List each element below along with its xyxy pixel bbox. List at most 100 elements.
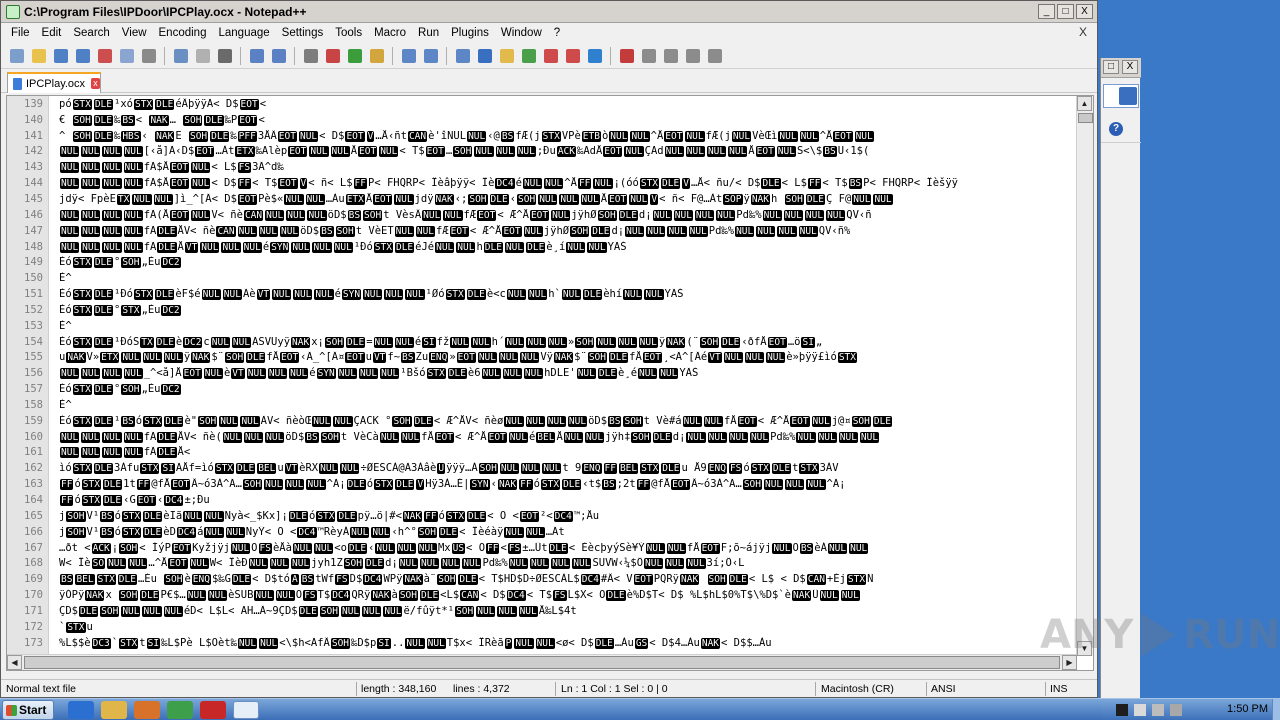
editor-line[interactable]: 169 BS BEL STX DLE …Èu SOH è ENQ $‰G DLE < D$tó A BS… (7, 571, 1077, 587)
menu-run[interactable]: Run (412, 23, 445, 43)
editor-line[interactable]: 171 ÇD$ DLE SOH NUL NUL NUL éD< L$L< AH…Ä~9ÇD$ D… (7, 603, 1077, 619)
search-icon[interactable] (1119, 87, 1137, 105)
paste-icon[interactable] (215, 46, 234, 65)
save-macro-icon[interactable] (705, 46, 724, 65)
zoom-in-icon[interactable] (345, 46, 364, 65)
editor-line[interactable]: 166 j SOH V¹ BS ó STX DLE èD DC4 á NUL NUL NyŸ< O < DC… (7, 524, 1077, 540)
menu-file[interactable]: File (5, 23, 36, 43)
print-icon[interactable] (139, 46, 158, 65)
editor-line[interactable]: 167 …ðt < ACK ¡ SOH < ÍýP EOT Kyžjÿj NUL O FS èÅà NU… (7, 540, 1077, 556)
editor-line[interactable]: 149 Èó STX DLE ° SOH „Èu DC2 (7, 254, 1077, 270)
editor-line[interactable]: 144 NUL NUL NUL NUL fÃ$Å EOT NUL < D$ FF < T$ EOT V <… (7, 175, 1077, 191)
help-icon[interactable]: ? (1109, 122, 1123, 136)
background-search-box[interactable] (1103, 84, 1139, 108)
editor-line[interactable]: 163 FF ó STX DLE 1t FF @fÅ EOT Â~ó3À^Ã… SOH NUL NUL N… (7, 476, 1077, 492)
show-desktop-button[interactable] (1272, 699, 1280, 720)
clock[interactable]: 1:50 PM (1227, 703, 1268, 715)
editor-line[interactable]: 170 ÿÓPÿ NAK x SOH DLE P€$… NUL NUL èSUB NUL NUL O F… (7, 587, 1077, 603)
play-macro-icon[interactable] (661, 46, 680, 65)
menu-window[interactable]: Window (495, 23, 548, 43)
editor-line[interactable]: 147 NUL NUL NUL NUL fÃ DLE ÅV< ñè CAN NUL NUL NUL öD… (7, 223, 1077, 239)
tab-close-icon[interactable]: x (91, 78, 100, 89)
editor-line[interactable]: 154 Èó STX DLE ¹ÐóS TX DLE è DC2 c NUL NUL ÃSVUyÿ NAK… (7, 334, 1077, 350)
menu-edit[interactable]: Edit (36, 23, 68, 43)
undo-icon[interactable] (247, 46, 266, 65)
editor-line[interactable]: 158 È^ (7, 397, 1077, 413)
editor-line[interactable]: 148 NUL NUL NUL NUL fÃ DLE Å VT NUL NUL NUL é SYN NUL N… (7, 239, 1077, 255)
menu-view[interactable]: View (116, 23, 153, 43)
editor-line[interactable]: 172 ` STX u (7, 619, 1077, 635)
save-icon[interactable] (51, 46, 70, 65)
record-macro-icon[interactable] (617, 46, 636, 65)
close-document-button[interactable]: X (1079, 25, 1087, 39)
flag-icon[interactable] (1134, 704, 1146, 716)
show-all-chars-icon[interactable] (475, 46, 494, 65)
editor-line[interactable]: 141 ^ SOH DLE ‰ HBS ‹ NAK E SOH DLE ‰ PFF 3ÅÂ EOT NU… (7, 128, 1077, 144)
editor-line[interactable]: 151 Èó STX DLE ¹Ðó STX DLE èF$é NUL NUL Ãè VT NUL NUL… (7, 286, 1077, 302)
editor-line[interactable]: 157 Èó STX DLE ° SOH „Èu DC2 (7, 381, 1077, 397)
background-window-maximize-button[interactable]: □ (1103, 60, 1119, 74)
new-file-icon[interactable] (7, 46, 26, 65)
editor-text[interactable]: 139 pó STX DLE ¹xó STX DLE éÂþÿÿÃ< D$ EOT <140 € S… (7, 96, 1077, 656)
editor-line[interactable]: 143 NUL NUL NUL NUL fÃ$Å EOT NUL < L$ FS 3Ã^d‰ (7, 159, 1077, 175)
minimize-button[interactable]: _ (1038, 4, 1055, 19)
zoom-out-icon[interactable] (367, 46, 386, 65)
horizontal-scroll-thumb[interactable] (24, 656, 1060, 669)
network-icon[interactable] (1152, 704, 1164, 716)
horizontal-scrollbar[interactable]: ◀ ▶ (7, 654, 1077, 670)
editor-line[interactable]: 160 NUL NUL NUL NUL fÃ DLE ÅV< ñè(NUL NUL NUL öD$ B… (7, 429, 1077, 445)
internet-explorer-icon[interactable] (68, 701, 94, 719)
editor[interactable]: 139 pó STX DLE ¹xó STX DLE éÂþÿÿÃ< D$ EOT <140 € S… (6, 95, 1094, 671)
find-icon[interactable] (301, 46, 320, 65)
vertical-scrollbar[interactable]: ▲ ▼ (1076, 96, 1093, 656)
redo-icon[interactable] (269, 46, 288, 65)
menu-encoding[interactable]: Encoding (153, 23, 213, 43)
close-all-icon[interactable] (117, 46, 136, 65)
editor-line[interactable]: 168 W< Îè SO NUL NUL …^Å EOT NUL W< ÎèÐ NUL NUL NUL… (7, 555, 1077, 571)
editor-line[interactable]: 155 u NAK V» ETX NUL NUL NUL ÿ NAK $¨ SOH DLE fÅ EOT ‹Ã… (7, 350, 1077, 366)
menu-search[interactable]: Search (67, 23, 115, 43)
tab-ipcplay[interactable]: IPCPlay.ocx x (7, 72, 101, 93)
editor-line[interactable]: 164 FF ó STX DLE ‹G EOT ‹ DC4 ±;Ðu (7, 492, 1077, 508)
sync-horizontal-icon[interactable] (421, 46, 440, 65)
play-multiple-icon[interactable] (683, 46, 702, 65)
scroll-left-icon[interactable]: ◀ (7, 655, 22, 670)
sync-vertical-icon[interactable] (399, 46, 418, 65)
volume-icon[interactable] (1170, 704, 1182, 716)
menu-help[interactable]: ? (548, 23, 566, 43)
start-button[interactable]: Start (2, 700, 54, 720)
close-button[interactable]: X (1076, 4, 1093, 19)
word-wrap-icon[interactable] (453, 46, 472, 65)
editor-line[interactable]: 153 È^ (7, 318, 1077, 334)
editor-line[interactable]: 150 È^ (7, 270, 1077, 286)
close-icon[interactable] (95, 46, 114, 65)
media-player-icon[interactable] (134, 701, 160, 719)
open-file-icon[interactable] (29, 46, 48, 65)
menu-plugins[interactable]: Plugins (445, 23, 495, 43)
editor-line[interactable]: 139 pó STX DLE ¹xó STX DLE éÂþÿÿÃ< D$ EOT < (7, 96, 1077, 112)
editor-line[interactable]: 161 NUL NUL NUL NUL fÃ DLE Å< (7, 445, 1077, 461)
replace-icon[interactable] (323, 46, 342, 65)
cut-icon[interactable] (171, 46, 190, 65)
scroll-up-icon[interactable]: ▲ (1077, 96, 1092, 111)
monitor-icon[interactable] (585, 46, 604, 65)
file-explorer-icon[interactable] (101, 701, 127, 719)
function-list-icon[interactable] (541, 46, 560, 65)
chrome-icon[interactable] (167, 701, 193, 719)
notepadpp-taskbar-button[interactable] (233, 701, 259, 719)
background-window-close-button[interactable]: X (1122, 60, 1138, 74)
editor-line[interactable]: 146 NUL NUL NUL NUL fÃ(Å EOT NUL V< ñè CAN NUL NUL N… (7, 207, 1077, 223)
editor-line[interactable]: 156 NUL NUL NUL NUL _^<å]Å EOT NUL è VT NUL NUL NUL é… (7, 365, 1077, 381)
menu-macro[interactable]: Macro (368, 23, 412, 43)
indent-guide-icon[interactable] (497, 46, 516, 65)
editor-line[interactable]: 142 NUL NUL NUL NUL [‹å]Ã‹D$ EOT …Àt ETX ‰Alèp EOT… (7, 144, 1077, 160)
editor-line[interactable]: 162 ìó STX DLE 3Àfu STX SI ÃÅf=ìó STX DLE BEL u VT èR… (7, 460, 1077, 476)
folder-workspace-icon[interactable] (563, 46, 582, 65)
menu-language[interactable]: Language (212, 23, 275, 43)
stop-macro-icon[interactable] (639, 46, 658, 65)
editor-line[interactable]: 145 jdÿ< FpèE TX NUL NUL]ì_^[Ä< D$ EOT Pè$« NUL… (7, 191, 1077, 207)
opera-icon[interactable] (200, 701, 226, 719)
tray-arrow-icon[interactable] (1116, 704, 1128, 716)
vertical-scroll-thumb[interactable] (1078, 113, 1093, 123)
editor-line[interactable]: 152 Èó STX DLE ° STX „Èu DC2 (7, 302, 1077, 318)
